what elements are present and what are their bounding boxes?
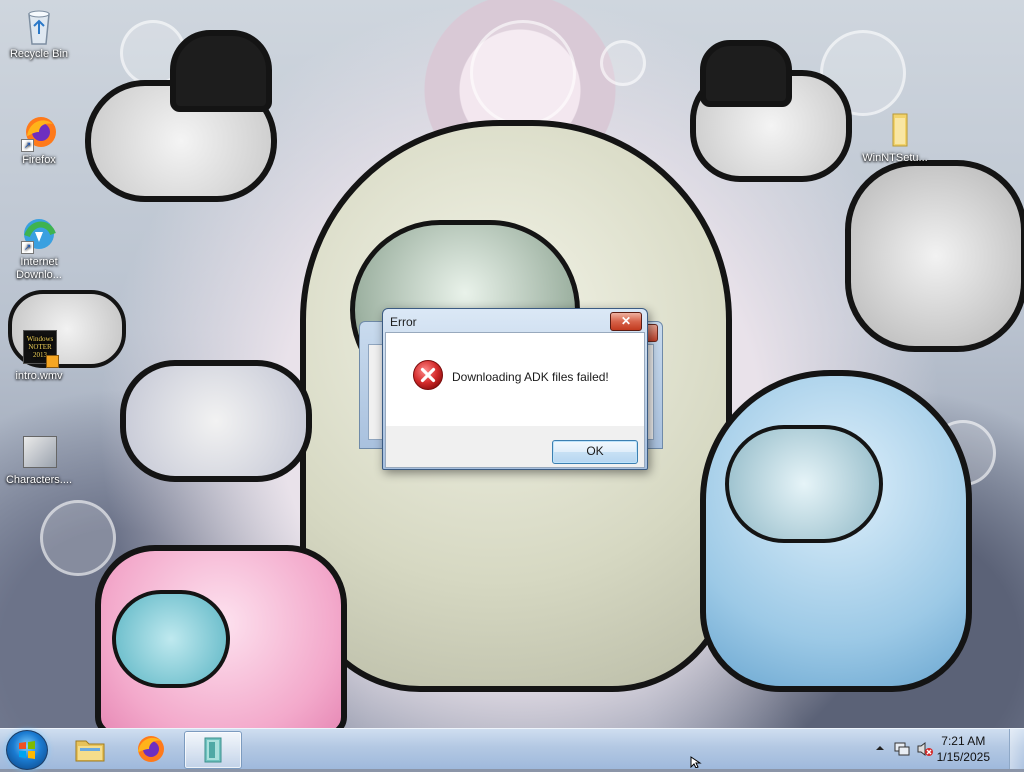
- system-tray: 7:21 AM 1/15/2025: [864, 729, 1024, 769]
- desktop-icon-characters[interactable]: Characters....: [1, 432, 77, 487]
- desktop-icon-label: intro.wmv: [15, 370, 63, 382]
- wallpaper-pink-cat-face: [112, 590, 230, 688]
- taskbar-windows-explorer-button[interactable]: [62, 731, 118, 767]
- network-icon[interactable]: [894, 741, 910, 757]
- shortcut-arrow-icon: ↗: [21, 241, 34, 254]
- desktop-icon-intro-wmv[interactable]: Windows NOTER 2013 intro.wmv: [1, 328, 77, 383]
- firefox-icon: ↗: [19, 112, 59, 152]
- taskbar-clock[interactable]: 7:21 AM 1/15/2025: [937, 733, 990, 765]
- clock-time: 7:21 AM: [941, 734, 986, 748]
- show-hidden-icons-chevron[interactable]: [874, 742, 886, 754]
- dialog-body: Downloading ADK files failed! OK: [385, 332, 645, 468]
- shortcut-arrow-icon: ↗: [21, 139, 34, 152]
- error-dialog: Error ✕ Downloading ADK files failed! OK: [382, 308, 648, 470]
- show-desktop-button[interactable]: [1009, 729, 1024, 769]
- desktop-icon-label: WinNTSetu...: [862, 152, 928, 164]
- internet-download-manager-icon: ↗: [19, 214, 59, 254]
- windows-logo-icon: [19, 741, 35, 759]
- mouse-cursor-icon: [690, 756, 702, 768]
- dialog-title: Error: [390, 315, 417, 329]
- image-file-icon: [19, 432, 59, 472]
- wallpaper-bunny-ears: [170, 30, 272, 112]
- desktop-icon-internet-download-manager[interactable]: ↗ Internet Downlo...: [1, 214, 77, 282]
- wallpaper-grey-bear: [845, 160, 1024, 352]
- taskbar: 7:21 AM 1/15/2025: [0, 728, 1024, 770]
- wallpaper-bubble: [40, 500, 116, 576]
- wallpaper-grey-bear: [120, 360, 312, 482]
- desktop-icon-recycle-bin[interactable]: Recycle Bin: [1, 6, 77, 61]
- recycle-bin-icon: [19, 6, 59, 46]
- windows-explorer-icon: [75, 740, 105, 762]
- error-message: Downloading ADK files failed!: [452, 370, 609, 384]
- video-file-icon: Windows NOTER 2013: [19, 328, 59, 368]
- start-button[interactable]: [6, 730, 48, 770]
- desktop-icon-label: Recycle Bin: [9, 48, 69, 60]
- firefox-icon: [138, 736, 164, 762]
- app-icon: [204, 737, 222, 763]
- wallpaper-bubble: [470, 20, 576, 126]
- folder-icon: [875, 110, 915, 150]
- wallpaper-bunny-ears: [700, 40, 792, 107]
- wallpaper-bubble: [600, 40, 646, 86]
- dialog-message-area: Downloading ADK files failed!: [386, 333, 644, 426]
- clock-date: 1/15/2025: [936, 750, 990, 764]
- taskbar-active-app-button[interactable]: [184, 731, 242, 769]
- desktop-icon-label: Internet Downlo...: [16, 256, 62, 281]
- desktop-icon-label: Firefox: [22, 154, 56, 166]
- dialog-close-button[interactable]: ✕: [610, 312, 642, 331]
- desktop-icon-winntsetup[interactable]: WinNTSetu...: [857, 110, 933, 165]
- volume-muted-icon[interactable]: [916, 741, 934, 757]
- desktop-icon-firefox[interactable]: ↗ Firefox: [1, 112, 77, 167]
- desktop: Recycle Bin ↗ Firefox ↗ Internet Downlo.…: [0, 0, 1024, 728]
- media-player-badge-icon: [46, 355, 59, 368]
- taskbar-firefox-button[interactable]: [122, 731, 178, 767]
- desktop-icon-label: Characters....: [5, 474, 73, 486]
- wallpaper-blue-creature-face: [725, 425, 883, 543]
- ok-button[interactable]: OK: [552, 440, 638, 464]
- error-icon: [412, 359, 444, 391]
